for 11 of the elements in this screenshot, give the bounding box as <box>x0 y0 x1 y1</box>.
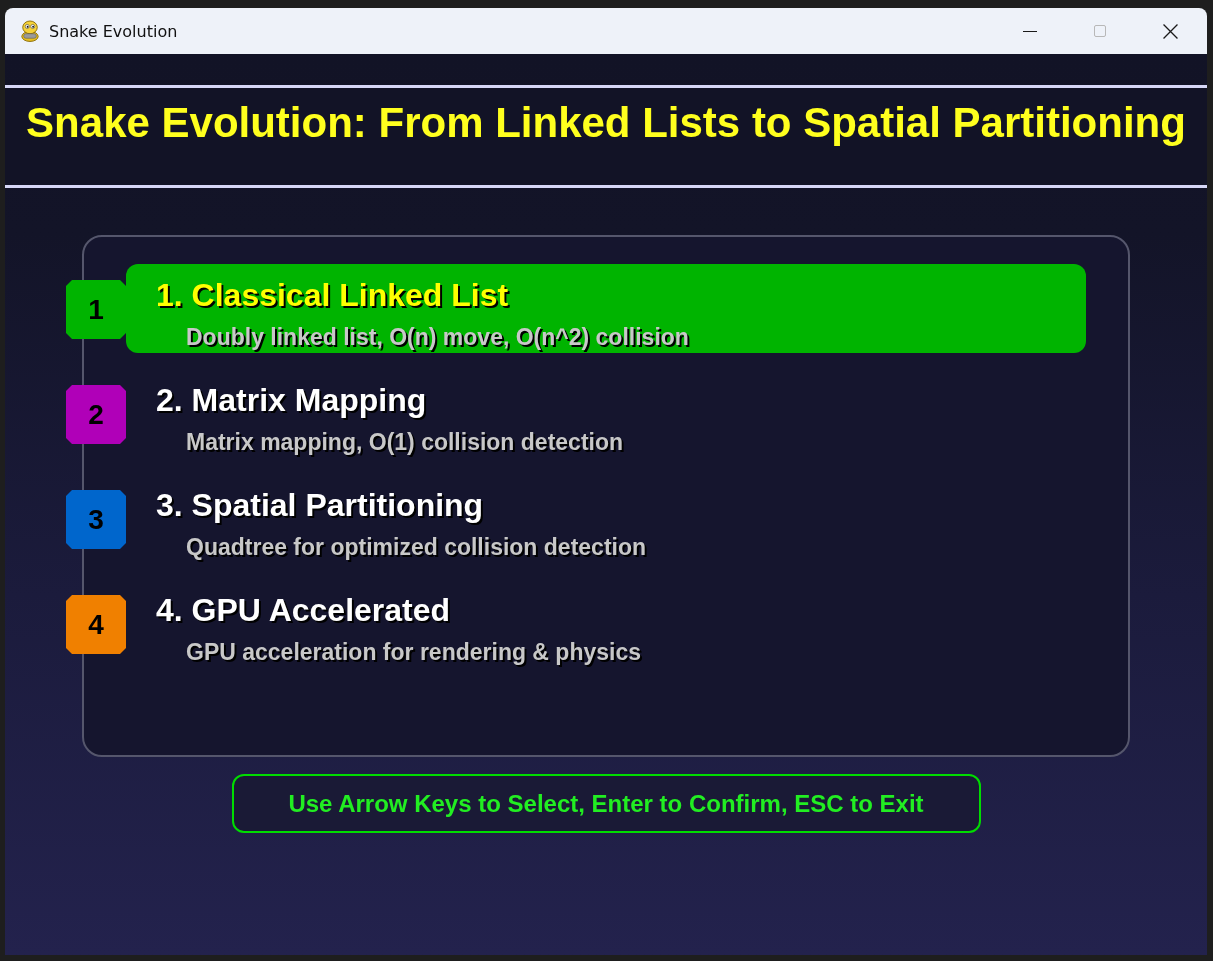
menu-item[interactable]: 3. Spatial Partitioning Quadtree for optimized collision detection <box>126 474 677 563</box>
menu-item[interactable]: 2. Matrix Mapping Matrix mapping, O(1) collision detection <box>126 369 654 458</box>
app-heading: Snake Evolution: From Linked Lists to Spatial Partitioning <box>26 99 1186 147</box>
menu-item[interactable]: 4. GPU Accelerated GPU acceleration for rendering & physics <box>126 579 672 668</box>
item-number: 2 <box>66 385 126 444</box>
item-number: 1 <box>66 280 126 339</box>
window-title: Snake Evolution <box>49 21 178 41</box>
key-hint: Use Arrow Keys to Select, Enter to Confirm, ESC to Exit <box>231 774 981 833</box>
snake-icon <box>20 20 40 42</box>
item-number: 3 <box>66 490 126 549</box>
item-number: 4 <box>66 595 126 654</box>
